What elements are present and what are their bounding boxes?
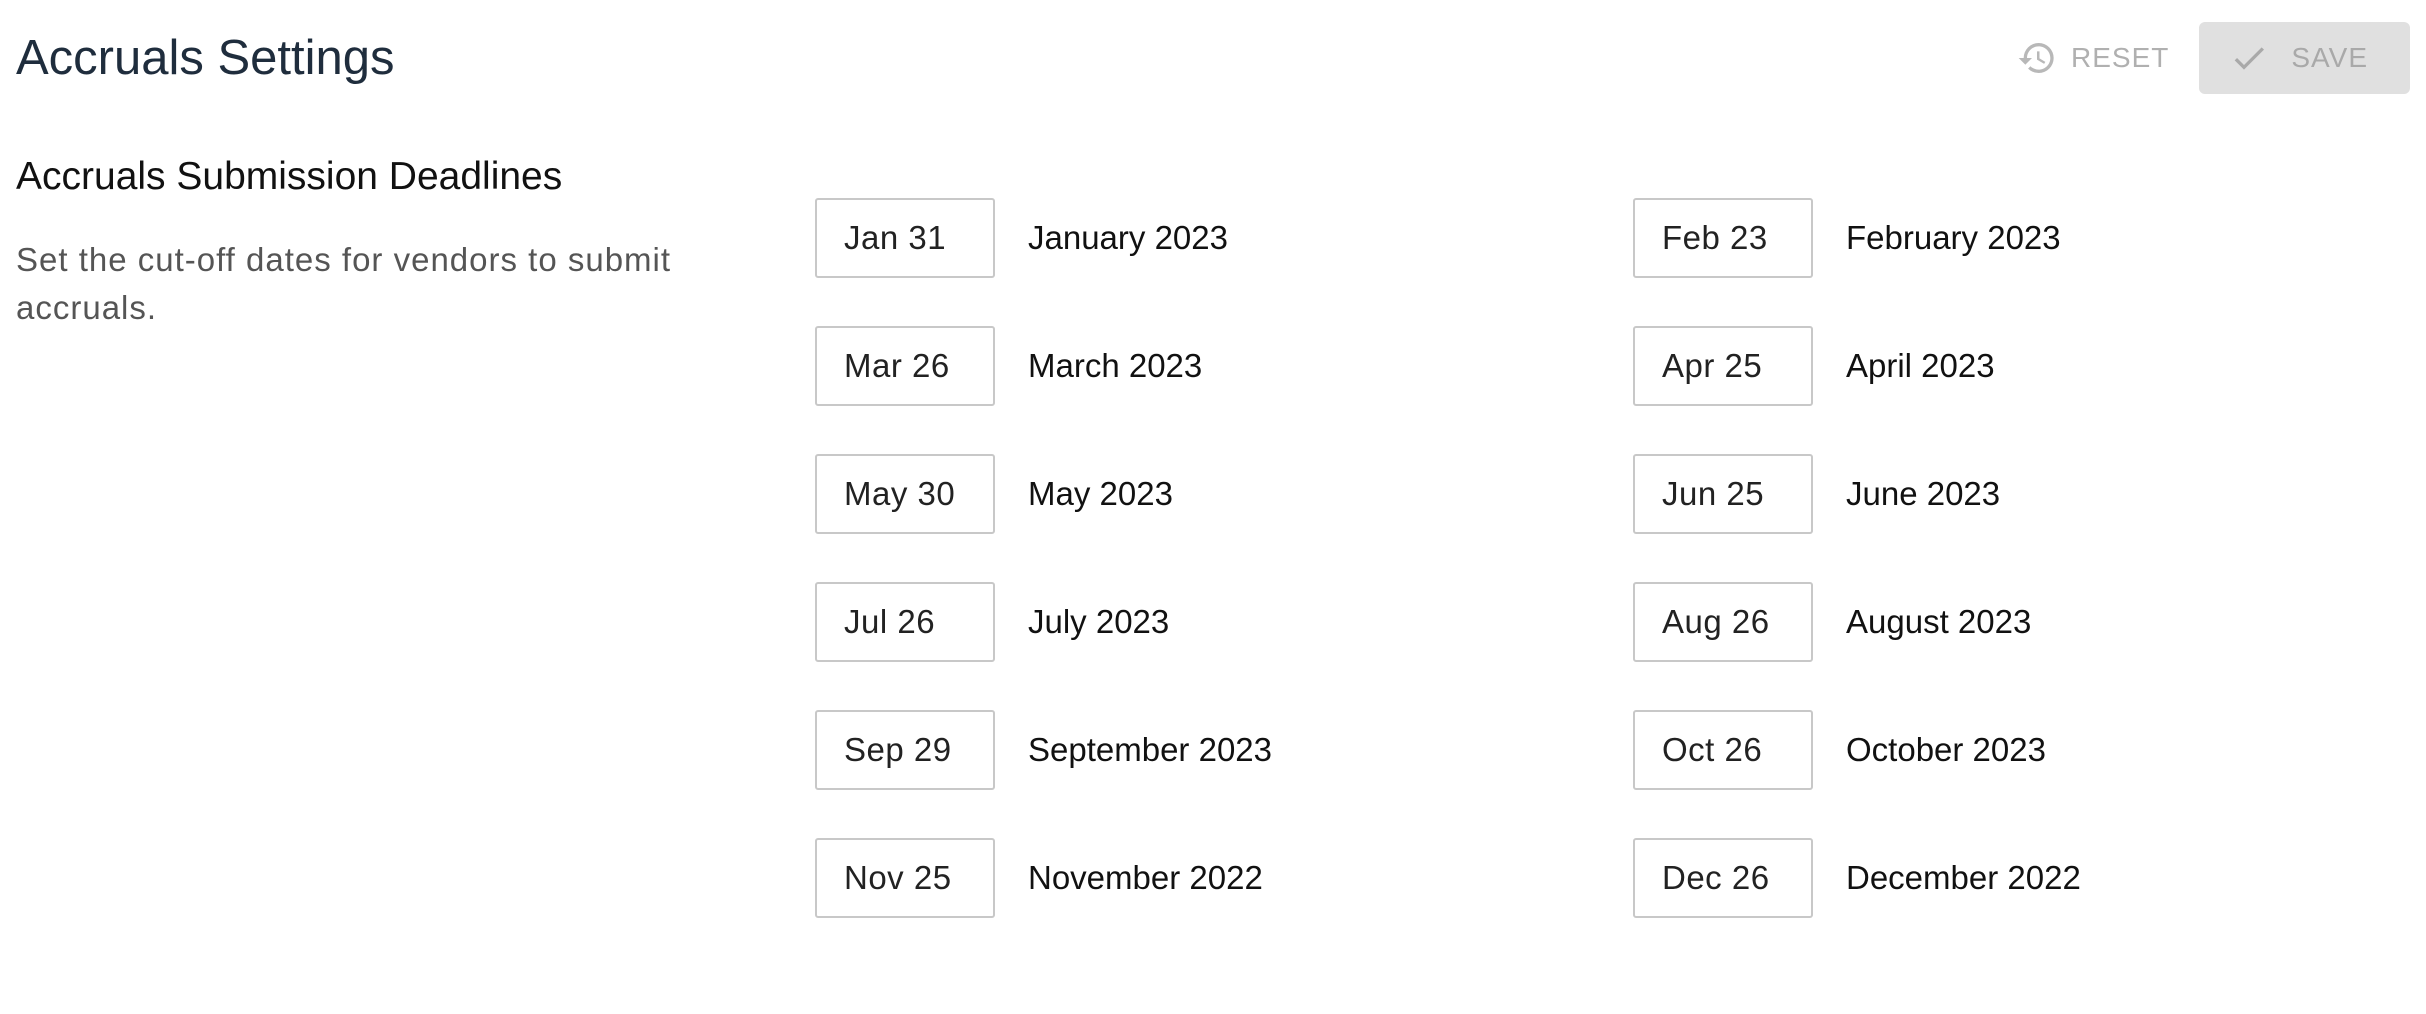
- month-label: July 2023: [1028, 603, 1170, 640]
- month-label: December 2022: [1846, 859, 2081, 896]
- month-label: November 2022: [1028, 859, 1263, 896]
- page-title: Accruals Settings: [16, 31, 395, 85]
- deadline-item: Oct 26 October 2023: [1633, 710, 2393, 790]
- reset-button[interactable]: RESET: [2001, 22, 2185, 94]
- history-icon: [2017, 38, 2057, 78]
- deadline-date-field[interactable]: Jul 26: [815, 582, 995, 662]
- deadline-date-field[interactable]: May 30: [815, 454, 995, 534]
- deadline-item: Apr 25 April 2023: [1633, 326, 2393, 406]
- deadline-date-field[interactable]: Sep 29: [815, 710, 995, 790]
- deadline-date-field[interactable]: Dec 26: [1633, 838, 1813, 918]
- deadline-item: Mar 26 March 2023: [815, 326, 1633, 406]
- deadline-item: Feb 23 February 2023: [1633, 198, 2393, 278]
- deadline-date-field[interactable]: Nov 25: [815, 838, 995, 918]
- month-label: March 2023: [1028, 347, 1203, 384]
- deadline-date-field[interactable]: Aug 26: [1633, 582, 1813, 662]
- deadline-date-field[interactable]: Apr 25: [1633, 326, 1813, 406]
- deadline-item: Jun 25 June 2023: [1633, 454, 2393, 534]
- deadline-date-field[interactable]: Feb 23: [1633, 198, 1813, 278]
- month-label: February 2023: [1846, 219, 2061, 256]
- month-label: January 2023: [1028, 219, 1228, 256]
- deadline-item: Dec 26 December 2022: [1633, 838, 2393, 918]
- month-label: August 2023: [1846, 603, 2032, 640]
- deadline-item: May 30 May 2023: [815, 454, 1633, 534]
- deadline-date-field[interactable]: Mar 26: [815, 326, 995, 406]
- deadline-date-field[interactable]: Jun 25: [1633, 454, 1813, 534]
- section-title: Accruals Submission Deadlines: [16, 155, 563, 198]
- month-label: May 2023: [1028, 475, 1173, 512]
- month-label: June 2023: [1846, 475, 2001, 512]
- toolbar: RESET SAVE: [2001, 22, 2410, 94]
- deadline-item: Aug 26 August 2023: [1633, 582, 2393, 662]
- deadline-item: Nov 25 November 2022: [815, 838, 1633, 918]
- deadline-item: Jan 31 January 2023: [815, 198, 1633, 278]
- check-icon: [2229, 38, 2269, 78]
- deadline-date-field[interactable]: Oct 26: [1633, 710, 1813, 790]
- deadline-item: Sep 29 September 2023: [815, 710, 1633, 790]
- deadline-grid: Jan 31 January 2023 Feb 23 February 2023…: [815, 198, 2395, 918]
- month-label: September 2023: [1028, 731, 1273, 768]
- save-label: SAVE: [2291, 42, 2368, 73]
- month-label: April 2023: [1846, 347, 1995, 384]
- deadline-date-field[interactable]: Jan 31: [815, 198, 995, 278]
- section-description: Set the cut-off dates for vendors to sub…: [16, 241, 672, 326]
- month-label: October 2023: [1846, 731, 2046, 768]
- reset-label: RESET: [2071, 42, 2170, 73]
- deadline-item: Jul 26 July 2023: [815, 582, 1633, 662]
- save-button[interactable]: SAVE: [2199, 22, 2410, 94]
